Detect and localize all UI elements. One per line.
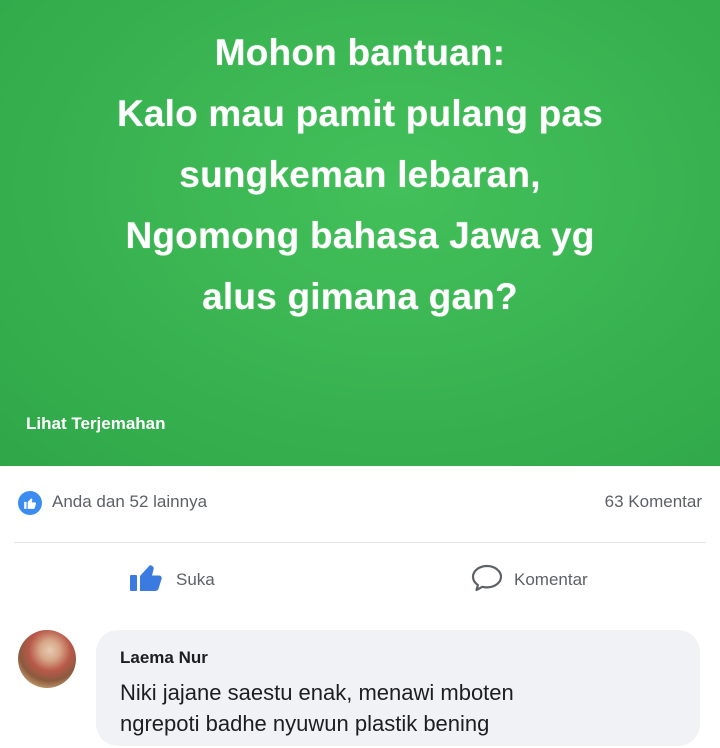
comment-text: Niki jajane saestu enak, menawi mboten n… (120, 677, 680, 739)
comment-label: Komentar (514, 570, 588, 589)
post-line: sungkeman lebaran, (179, 154, 541, 195)
post-line: Kalo mau pamit pulang pas (116, 93, 604, 134)
post-text: Mohon bantuan: Kalo mau pamit pulang pas… (40, 22, 680, 327)
post-line: Mohon bantuan: (214, 32, 506, 73)
see-translation-link[interactable]: Lihat Terjemahan (26, 414, 166, 434)
divider (14, 542, 706, 543)
avatar[interactable] (18, 630, 76, 688)
like-button[interactable]: Suka (128, 558, 215, 602)
comment-button[interactable]: Komentar (470, 558, 588, 602)
comment-line: Niki jajane saestu enak, menawi mboten (120, 680, 514, 705)
comment-author[interactable]: Laema Nur (120, 648, 208, 668)
reaction-summary[interactable]: Anda dan 52 lainnya (52, 492, 207, 512)
comment-count[interactable]: 63 Komentar (605, 492, 702, 512)
post-banner: Mohon bantuan: Kalo mau pamit pulang pas… (0, 0, 720, 466)
post-line: Ngomong bahasa Jawa yg (125, 215, 595, 256)
post-line: alus gimana gan? (202, 276, 518, 317)
like-icon (18, 491, 42, 515)
speech-bubble-icon (470, 563, 504, 598)
thumbs-up-icon (128, 563, 166, 598)
like-label: Suka (176, 570, 215, 589)
comment-line: ngrepoti badhe nyuwun plastik bening (120, 711, 490, 736)
